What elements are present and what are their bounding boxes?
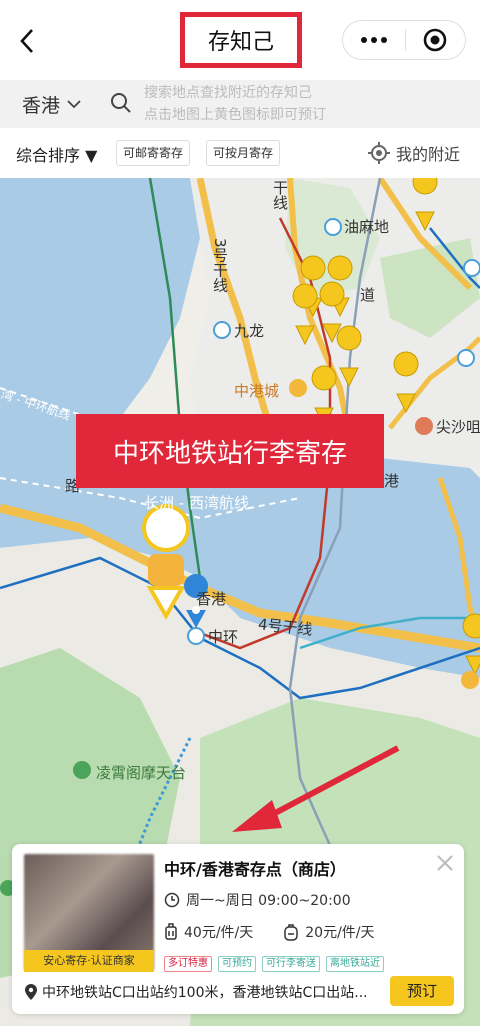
map-label-youmadi: 油麻地 xyxy=(344,218,390,236)
certified-merchant-badge: 安心寄存·认证商家 xyxy=(24,950,154,972)
close-icon[interactable] xyxy=(436,854,454,876)
back-arrow-icon[interactable] xyxy=(14,24,42,58)
store-title: 中环/香港寄存点（商店） xyxy=(164,860,346,879)
city-label: 香港 xyxy=(22,94,61,117)
search-input[interactable]: 搜索地点查找附近的存知己 点击地图上黄色图标即可预订 xyxy=(144,82,464,126)
map-label-daodao: 道 xyxy=(360,286,376,304)
price-row: 40元/件/天 20元/件/天 xyxy=(164,922,375,942)
location-pin-icon xyxy=(25,984,37,1000)
map-label-gang: 港 xyxy=(384,472,400,490)
nearby-button[interactable]: 我的附近 xyxy=(368,141,460,165)
sort-label: 综合排序 xyxy=(16,146,81,165)
mini-program-capsule xyxy=(342,20,466,60)
search-bar: 香港 搜索地点查找附近的存知己 点击地图上黄色图标即可预订 xyxy=(0,80,480,128)
book-button[interactable]: 预订 xyxy=(390,976,454,1006)
locate-icon xyxy=(368,142,390,164)
search-placeholder-line2: 点击地图上黄色图标即可预订 xyxy=(144,107,326,123)
feature-tags: 多订特惠 可预约 可行李寄送 离地铁站近 xyxy=(164,956,384,972)
price-large: 40元/件/天 xyxy=(184,925,254,941)
search-placeholder-line1: 搜索地点查找附近的存知己 xyxy=(144,85,312,101)
close-target-icon[interactable] xyxy=(405,20,465,60)
storage-point-card[interactable]: 安心寄存·认证商家 中环/香港寄存点（商店） 周一~周日 09:00~20:00… xyxy=(12,844,464,1014)
map-label-jiulong: 九龙 xyxy=(234,322,265,340)
map-label-gan: 干线 xyxy=(271,180,289,210)
sort-dropdown[interactable]: 综合排序 ▼ xyxy=(16,142,97,166)
more-dots-icon[interactable] xyxy=(343,20,405,60)
address-row: 中环地铁站C口出站约100米，香港地铁站C口出站... xyxy=(24,982,368,1002)
chevron-down-icon xyxy=(67,100,81,109)
hours-row: 周一~周日 09:00~20:00 xyxy=(164,890,351,910)
nearby-label: 我的附近 xyxy=(396,145,461,164)
tag-near-metro: 离地铁站近 xyxy=(326,956,384,972)
clock-icon xyxy=(164,892,180,908)
tag-delivery: 可行李寄送 xyxy=(262,956,320,972)
map-label-lingxiao: 凌霄阁摩天台 xyxy=(96,764,187,782)
map-label-jianshazui: 尖沙咀 xyxy=(436,418,480,436)
page-title: 存知己 xyxy=(180,12,302,68)
luggage-icon xyxy=(165,923,177,940)
tag-reservable: 可预约 xyxy=(218,956,256,972)
map-label-xianggang: 香港 xyxy=(196,590,227,608)
sort-caret-icon: ▼ xyxy=(80,146,98,165)
hours-text: 周一~周日 09:00~20:00 xyxy=(186,893,351,909)
filter-chip-mail[interactable]: 可邮寄寄存 xyxy=(116,140,191,166)
price-small: 20元/件/天 xyxy=(305,925,375,941)
map-label-hao3: 3号干线 xyxy=(211,238,229,293)
search-icon[interactable] xyxy=(110,92,132,118)
filter-bar: 综合排序 ▼ 可邮寄寄存 可按月寄存 我的附近 xyxy=(0,128,480,178)
annotation-banner: 中环地铁站行李寄存 xyxy=(76,414,384,488)
address-text: 中环地铁站C口出站约100米，香港地铁站C口出站... xyxy=(42,985,368,1001)
tag-discount: 多订特惠 xyxy=(164,956,212,972)
city-selector[interactable]: 香港 xyxy=(22,88,82,120)
map-label-zhonghuan: 中环 xyxy=(208,628,239,646)
map-label-zhonggangcheng: 中港城 xyxy=(234,382,280,400)
backpack-icon xyxy=(284,924,298,941)
filter-chip-monthly[interactable]: 可按月寄存 xyxy=(206,140,281,166)
top-nav-bar: 存知己 xyxy=(0,0,480,80)
map-label-changzhou: 长洲 - 西湾航线 xyxy=(144,494,249,512)
